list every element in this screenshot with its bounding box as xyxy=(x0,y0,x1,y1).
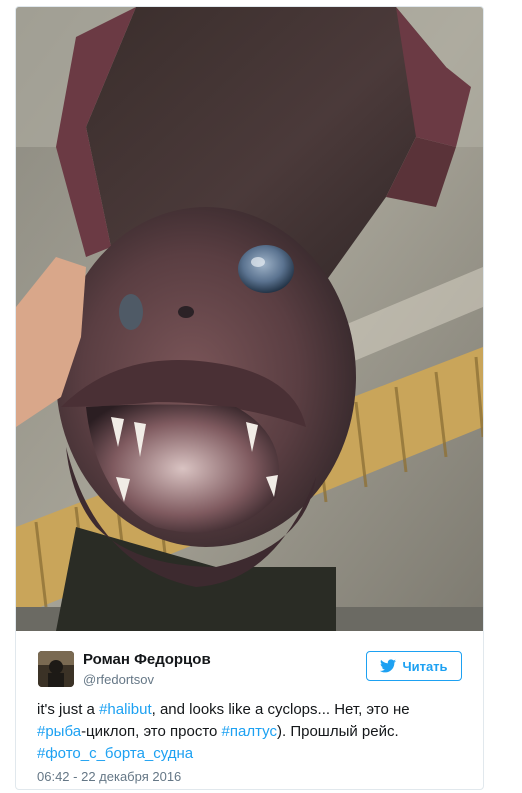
tweet-text-part: , and looks like a cyclops... Нет, это н… xyxy=(151,701,410,718)
tweet-header: Роман Федорцов @rfedortsov Читать xyxy=(16,631,483,705)
tweet-text-part: ). Прошлый рейс. xyxy=(276,723,399,740)
tweet-photo-fish[interactable] xyxy=(16,7,483,631)
twitter-bird-icon xyxy=(380,659,397,673)
hashtag-ryba[interactable]: #рыба xyxy=(37,723,81,740)
tweet-line-3: #фото_с_борта_судна xyxy=(37,743,467,765)
tweet-timestamp[interactable]: 06:42 - 22 декабря 2016 xyxy=(37,769,181,784)
tweet-text: it's just a #halibut, and looks like a c… xyxy=(37,699,467,765)
hashtag-foto-s-borta-sudna[interactable]: #фото_с_борта_судна xyxy=(37,745,193,762)
tweet-card: Роман Федорцов @rfedortsov Читать it's j… xyxy=(15,6,484,790)
tweet-text-part: -циклоп, это просто xyxy=(81,723,222,740)
hashtag-paltus[interactable]: #палтус xyxy=(222,723,277,740)
tweet-text-part: it's just a xyxy=(37,701,100,718)
follow-button[interactable]: Читать xyxy=(366,651,462,681)
author-name[interactable]: Роман Федорцов xyxy=(83,651,211,668)
author-avatar[interactable] xyxy=(38,651,74,687)
author-handle[interactable]: @rfedortsov xyxy=(83,672,154,687)
tweet-line-1: it's just a #halibut, and looks like a c… xyxy=(37,699,467,721)
follow-button-label: Читать xyxy=(402,658,448,674)
hashtag-halibut[interactable]: #halibut xyxy=(99,701,152,718)
tweet-line-2: #рыба-циклоп, это просто #палтус). Прошл… xyxy=(37,721,467,743)
